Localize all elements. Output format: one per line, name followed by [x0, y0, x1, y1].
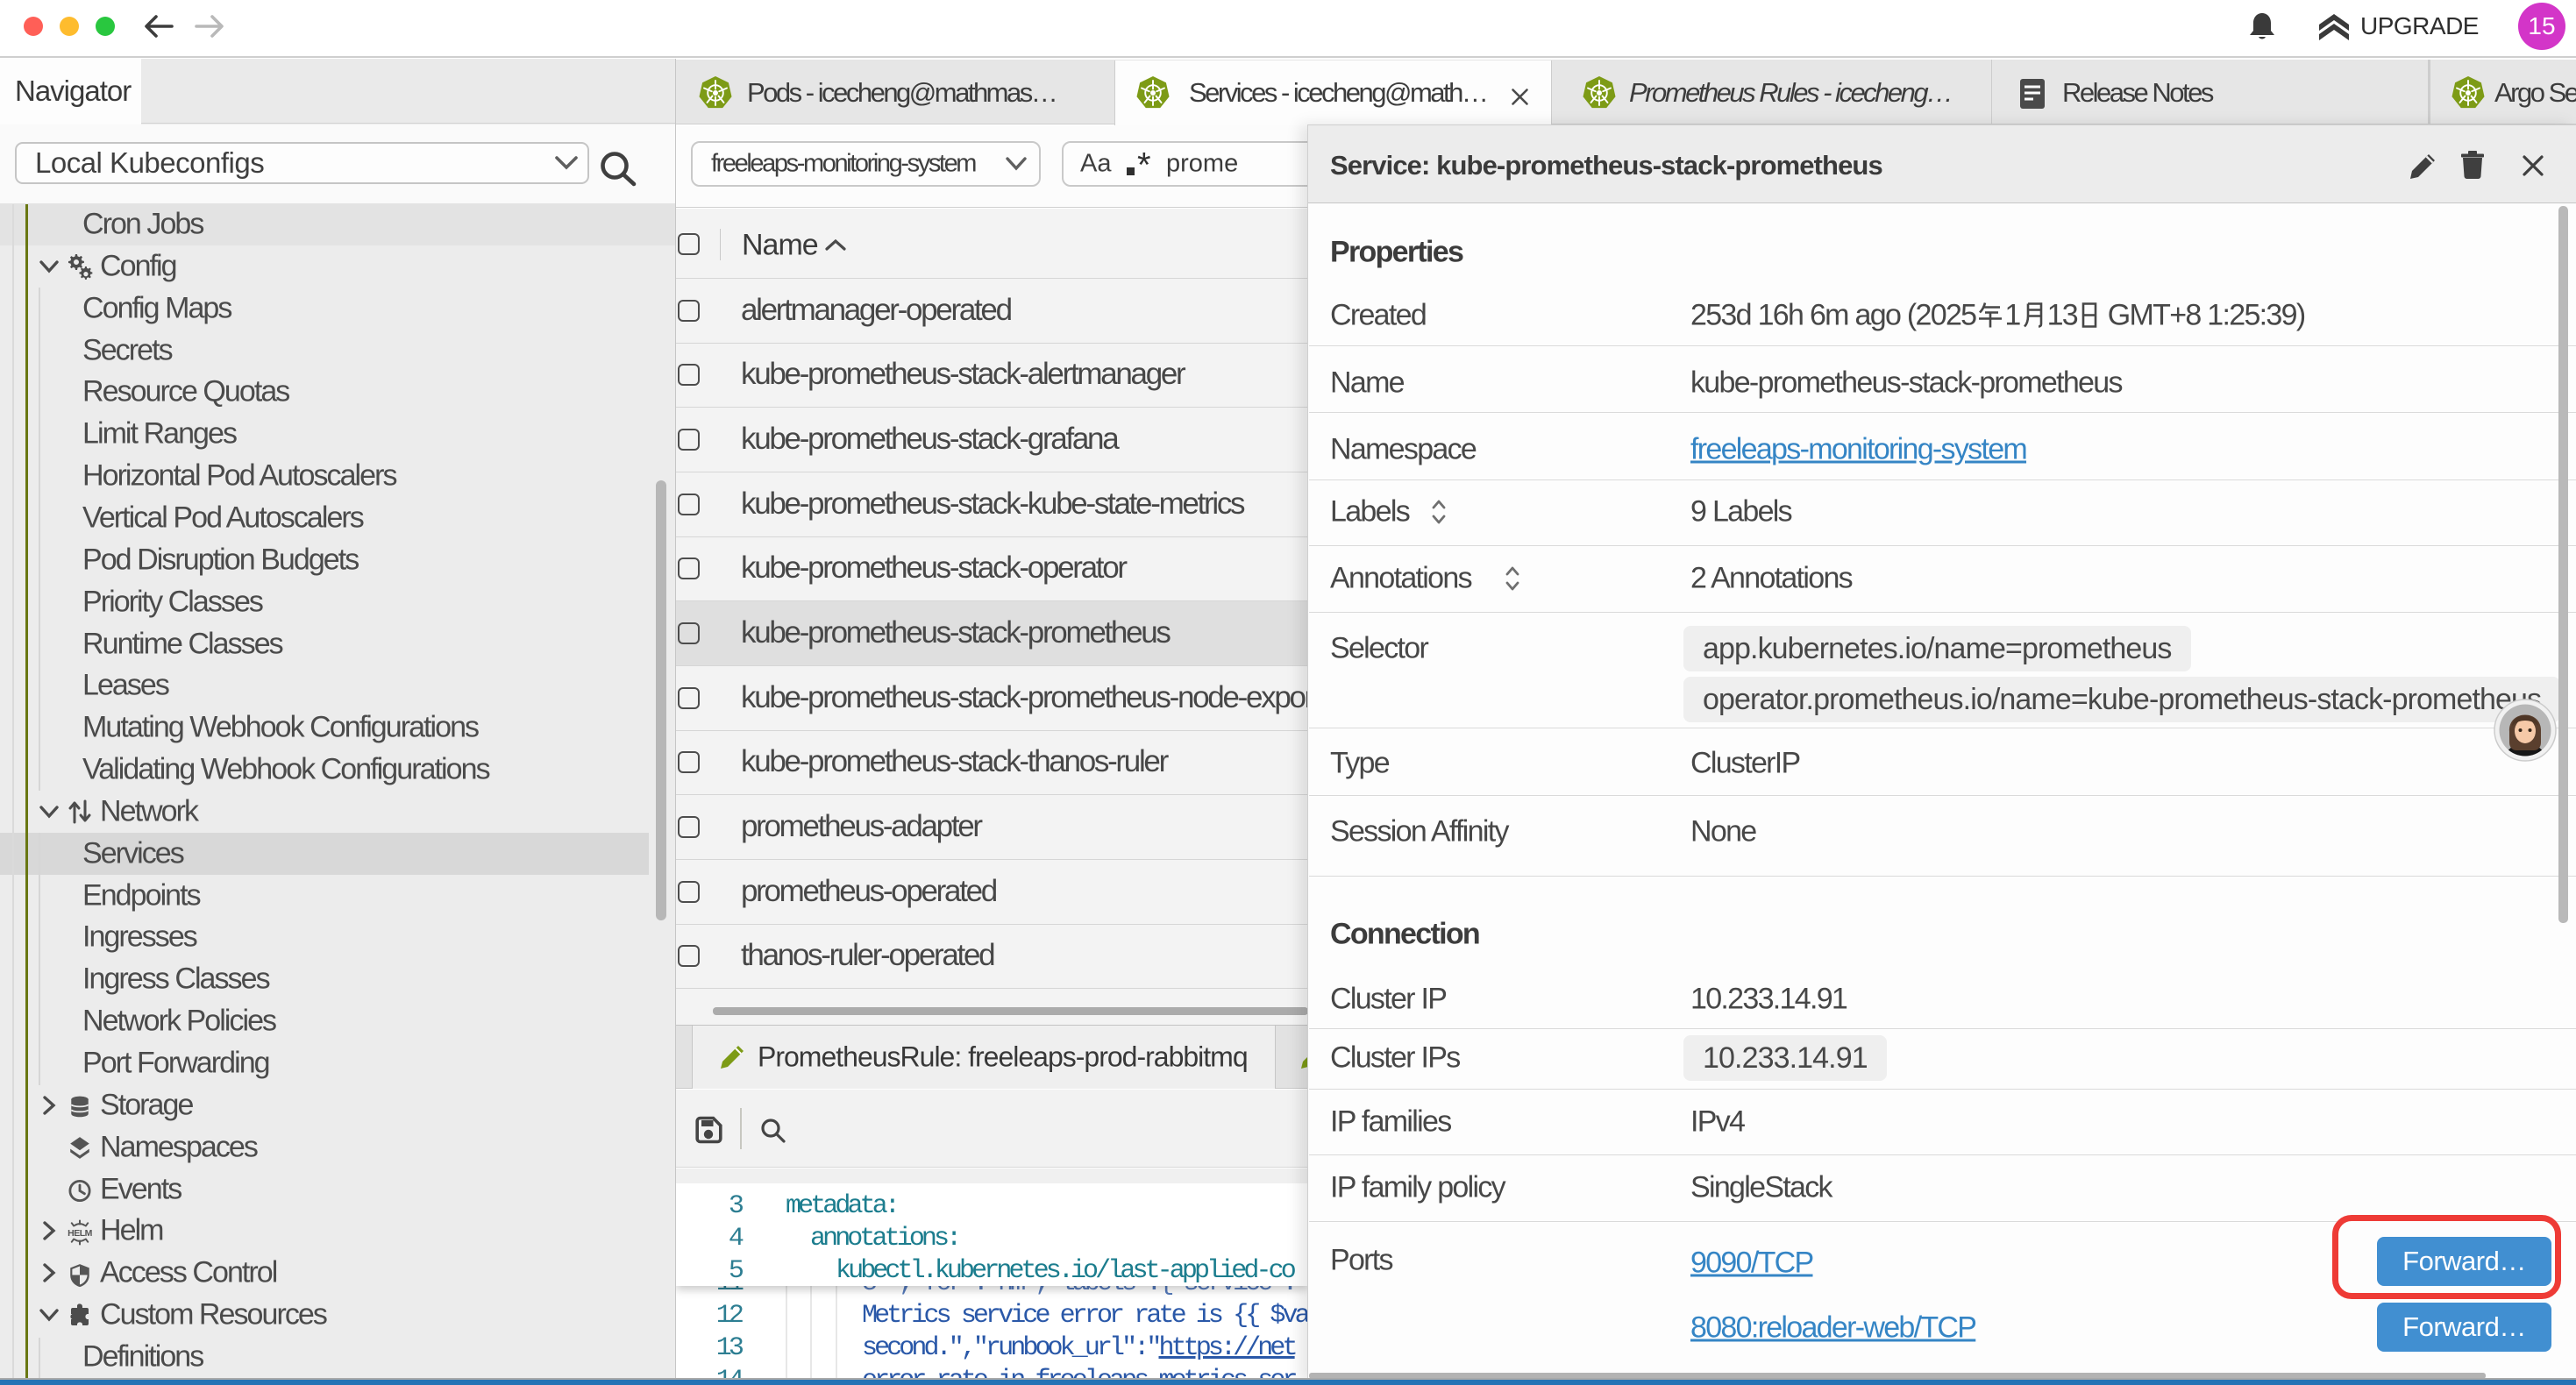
svg-text:HELM: HELM	[68, 1228, 93, 1239]
